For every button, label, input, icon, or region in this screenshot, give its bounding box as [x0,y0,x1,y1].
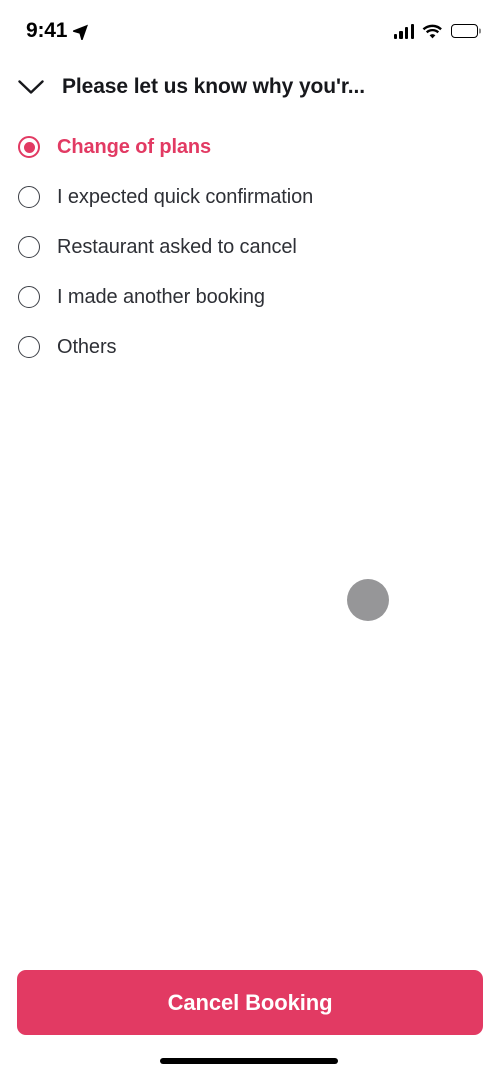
radio-icon[interactable] [18,286,40,308]
status-time: 9:41 [26,19,68,42]
battery-full-icon [451,24,481,38]
cancellation-reason-list: Change of plans I expected quick confirm… [0,122,500,372]
option-label: Change of plans [57,135,212,158]
status-bar-right [393,23,481,39]
gray-circle-placeholder [347,579,389,621]
option-row-others[interactable]: Others [0,322,500,372]
radio-icon[interactable] [18,186,40,208]
option-row-expected-quick-confirmation[interactable]: I expected quick confirmation [0,172,500,222]
wifi-icon [422,24,442,38]
chevron-down-button[interactable] [0,64,62,110]
radio-icon-selected[interactable] [18,136,40,158]
status-bar-left: 9:41 [26,19,89,43]
radio-icon[interactable] [18,336,40,358]
option-label: Restaurant asked to cancel [57,235,297,258]
chevron-down-icon [18,79,44,94]
option-row-made-another-booking[interactable]: I made another booking [0,272,500,322]
status-bar: 9:41 [0,0,500,62]
option-label: I expected quick confirmation [57,185,314,208]
option-label: I made another booking [57,285,265,308]
option-row-restaurant-asked-to-cancel[interactable]: Restaurant asked to cancel [0,222,500,272]
radio-icon[interactable] [18,236,40,258]
cancel-booking-button[interactable]: Cancel Booking [17,970,483,1035]
page-header: Please let us know why you'r... [0,64,500,110]
cellular-signal-icon [393,23,414,39]
location-arrow-icon [73,24,89,40]
option-row-change-of-plans[interactable]: Change of plans [0,122,500,172]
home-indicator [160,1058,338,1064]
page-title: Please let us know why you'r... [62,75,365,98]
option-label: Others [57,335,117,358]
